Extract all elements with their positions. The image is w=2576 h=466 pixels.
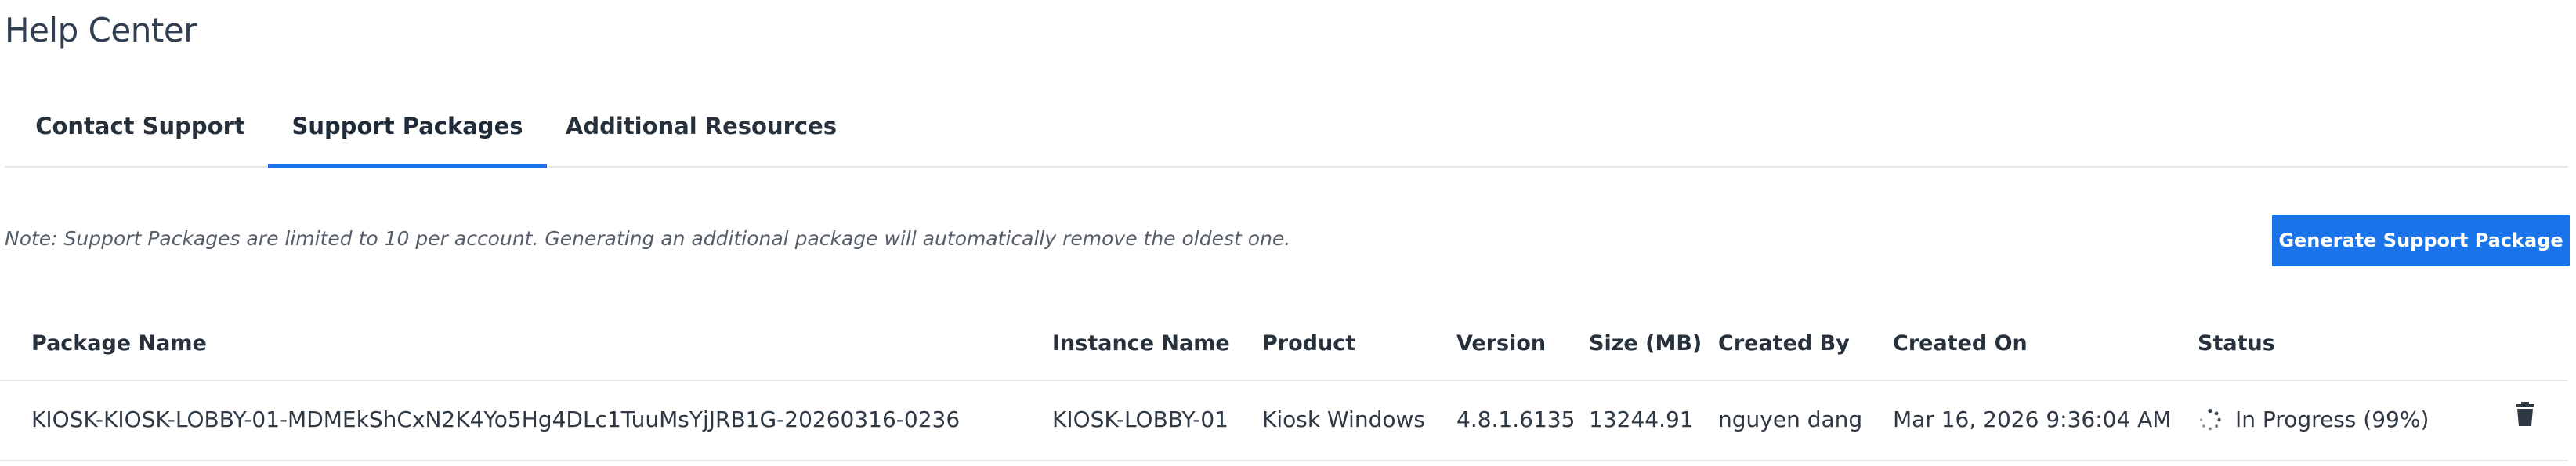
table-header: Package Name Instance Name Product Versi… bbox=[0, 309, 2568, 381]
column-header-size[interactable]: Size (MB) bbox=[1589, 331, 1702, 356]
tab-bar: Contact Support Support Packages Additio… bbox=[5, 94, 2568, 168]
column-header-created-by[interactable]: Created By bbox=[1718, 331, 1850, 356]
tab-contact-support[interactable]: Contact Support bbox=[27, 94, 254, 166]
cell-package-name: KIOSK-KIOSK-LOBBY-01-MDMEkShCxN2K4Yo5Hg4… bbox=[31, 406, 961, 432]
column-header-version[interactable]: Version bbox=[1456, 331, 1546, 356]
column-header-status[interactable]: Status bbox=[2198, 331, 2275, 356]
cell-created-on: Mar 16, 2026 9:36:04 AM bbox=[1893, 406, 2172, 432]
column-header-created-on[interactable]: Created On bbox=[1893, 331, 2028, 356]
column-header-package-name[interactable]: Package Name bbox=[31, 331, 207, 356]
page-title: Help Center bbox=[5, 11, 197, 49]
cell-size: 13244.91 bbox=[1589, 406, 1694, 432]
column-header-instance-name[interactable]: Instance Name bbox=[1052, 331, 1230, 356]
generate-support-package-button[interactable]: Generate Support Package bbox=[2272, 215, 2570, 266]
tab-support-packages[interactable]: Support Packages bbox=[268, 94, 547, 168]
spinner-icon bbox=[2199, 408, 2221, 431]
cell-status: In Progress (99%) bbox=[2235, 406, 2429, 432]
cell-version: 4.8.1.6135 bbox=[1456, 406, 1576, 432]
cell-instance-name: KIOSK-LOBBY-01 bbox=[1052, 406, 1228, 432]
cell-created-by: nguyen dang bbox=[1718, 406, 1863, 432]
tab-additional-resources[interactable]: Additional Resources bbox=[564, 94, 838, 166]
column-header-product[interactable]: Product bbox=[1262, 331, 1355, 356]
table-row: KIOSK-KIOSK-LOBBY-01-MDMEkShCxN2K4Yo5Hg4… bbox=[0, 385, 2568, 461]
limit-note: Note: Support Packages are limited to 10… bbox=[5, 227, 1291, 250]
cell-product: Kiosk Windows bbox=[1262, 406, 1425, 432]
trash-icon[interactable] bbox=[2515, 402, 2535, 427]
